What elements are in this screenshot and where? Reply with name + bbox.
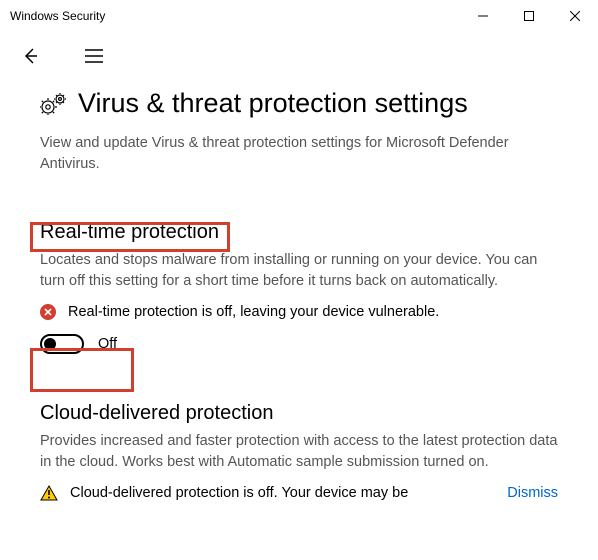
error-icon [40,304,56,320]
back-button[interactable] [10,36,50,76]
window-controls [460,0,598,32]
page-header: Virus & threat protection settings [40,88,558,119]
page-title: Virus & threat protection settings [78,88,468,119]
alert-text-realtime: Real-time protection is off, leaving you… [68,304,439,320]
gears-icon [40,93,66,115]
toggle-realtime[interactable]: Off [40,334,558,354]
window-title: Windows Security [10,9,460,23]
nav-bar [0,32,598,80]
section-desc-cloud: Provides increased and faster protection… [40,431,558,473]
close-button[interactable] [552,0,598,32]
section-desc-realtime: Locates and stops malware from installin… [40,250,558,292]
alert-realtime: Real-time protection is off, leaving you… [40,304,558,320]
section-title-cloud: Cloud-delivered protection [40,402,558,425]
alert-text-cloud: Cloud-delivered protection is off. Your … [70,485,495,501]
alert-cloud: Cloud-delivered protection is off. Your … [40,485,558,501]
title-bar: Windows Security [0,0,598,32]
dismiss-link[interactable]: Dismiss [507,485,558,501]
toggle-label-realtime: Off [98,336,117,352]
warning-icon [40,485,58,501]
maximize-button[interactable] [506,0,552,32]
section-realtime: Real-time protection Locates and stops m… [40,221,558,354]
section-cloud: Cloud-delivered protection Provides incr… [40,402,558,501]
menu-button[interactable] [74,36,114,76]
minimize-button[interactable] [460,0,506,32]
toggle-switch[interactable] [40,334,84,354]
content-area: Virus & threat protection settings View … [0,80,598,501]
section-title-realtime: Real-time protection [40,221,558,244]
page-subtitle: View and update Virus & threat protectio… [40,133,558,175]
